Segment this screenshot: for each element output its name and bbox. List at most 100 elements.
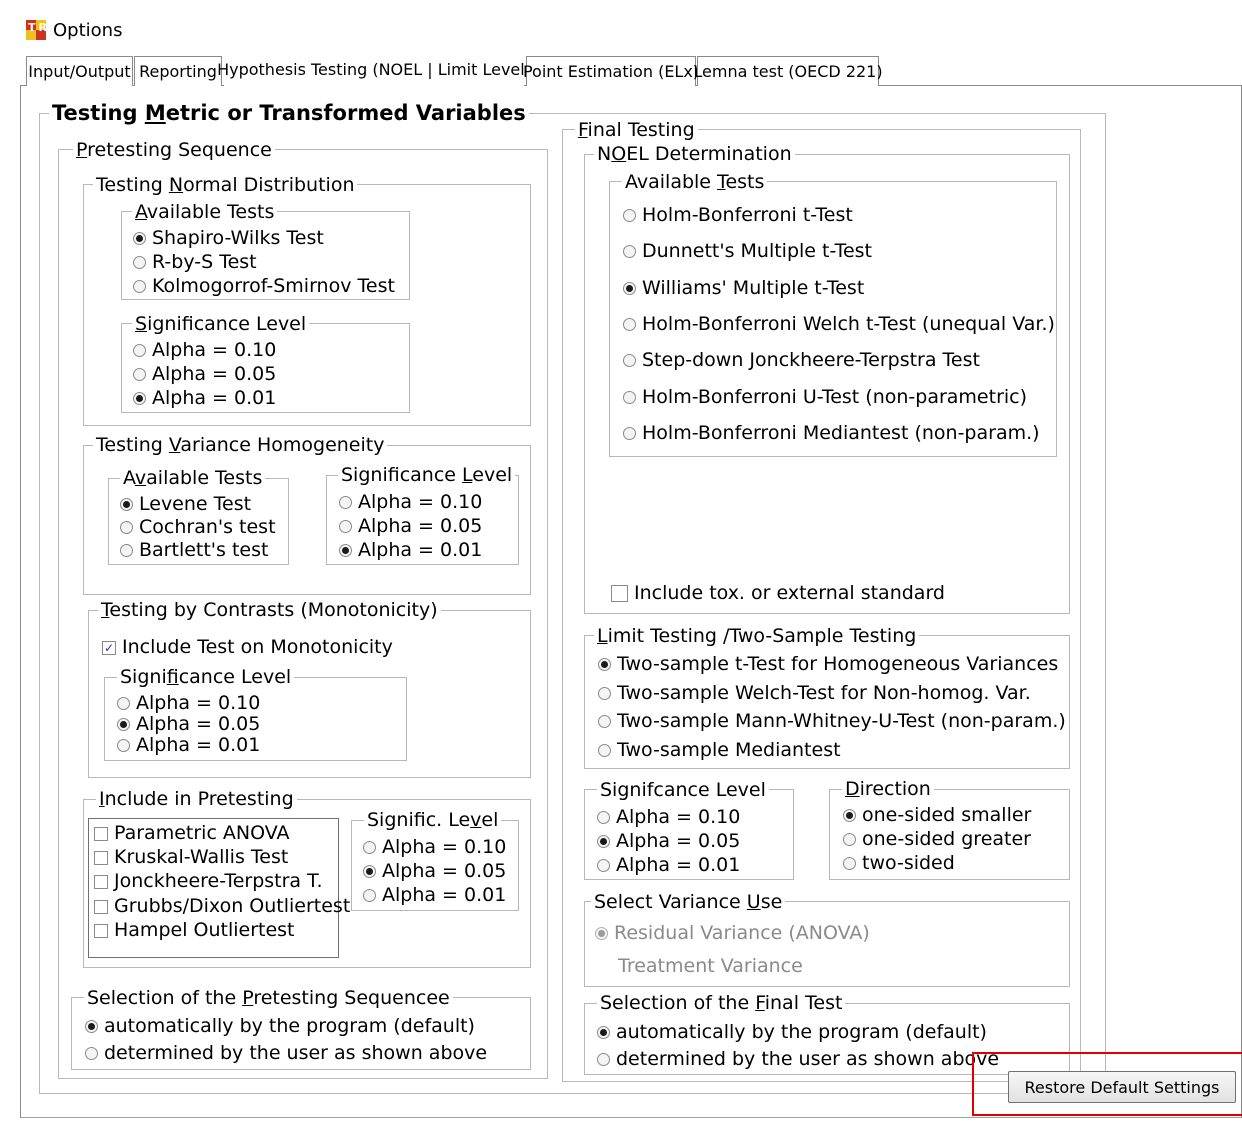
variance-test-radio[interactable]: Levene Test bbox=[120, 495, 251, 514]
noel-test-radio[interactable]: Dunnett's Multiple t-Test bbox=[623, 242, 872, 261]
final-selection-radio[interactable]: determined by the user as shown above bbox=[597, 1050, 999, 1069]
check-icon[interactable]: ✓ bbox=[102, 640, 116, 655]
radio-button[interactable] bbox=[363, 889, 376, 902]
final-selection-radio[interactable]: automatically by the program (default) bbox=[597, 1023, 987, 1042]
noel-test-radio[interactable]: Holm-Bonferroni t-Test bbox=[623, 206, 853, 225]
normal-sig-radio[interactable]: Alpha = 0.05 bbox=[133, 365, 276, 384]
tab-lemna-test[interactable]: Lemna test (OECD 221) bbox=[693, 56, 883, 86]
radio-button[interactable] bbox=[117, 697, 130, 710]
checkbox[interactable] bbox=[94, 923, 108, 938]
radio-button[interactable] bbox=[623, 391, 636, 404]
checkbox[interactable] bbox=[94, 826, 108, 841]
radio-button[interactable] bbox=[85, 1020, 98, 1033]
radio-button[interactable] bbox=[597, 1053, 610, 1066]
noel-test-radio[interactable]: Williams' Multiple t-Test bbox=[623, 279, 864, 298]
radio-button[interactable] bbox=[133, 232, 146, 245]
include-sig-radio[interactable]: Alpha = 0.05 bbox=[363, 862, 506, 881]
normal-test-radio[interactable]: Kolmogorrof-Smirnov Test bbox=[133, 277, 395, 296]
final-sig-radio[interactable]: Alpha = 0.10 bbox=[597, 808, 740, 827]
checkbox[interactable] bbox=[611, 585, 628, 602]
radio-button[interactable] bbox=[598, 687, 611, 700]
include-item-checkbox[interactable]: Grubbs/Dixon Outliertest bbox=[94, 897, 350, 916]
tab-reporting[interactable]: Reporting bbox=[134, 56, 222, 86]
contrasts-sig-radio[interactable]: Alpha = 0.05 bbox=[117, 715, 260, 734]
radio-button[interactable] bbox=[623, 354, 636, 367]
variance-use-radio[interactable]: Residual Variance (ANOVA) bbox=[595, 924, 870, 943]
radio-button[interactable] bbox=[598, 658, 611, 671]
radio-button[interactable] bbox=[597, 1026, 610, 1039]
radio-button[interactable] bbox=[117, 718, 130, 731]
radio-button[interactable] bbox=[623, 427, 636, 440]
variance-sig-radio[interactable]: Alpha = 0.05 bbox=[339, 517, 482, 536]
include-item-checkbox[interactable]: Parametric ANOVA bbox=[94, 824, 290, 843]
tab-hypothesis-testing[interactable]: Hypothesis Testing (NOEL | Limit Level) bbox=[217, 52, 531, 86]
radio-button[interactable] bbox=[363, 841, 376, 854]
radio-button[interactable] bbox=[598, 744, 611, 757]
radio-button[interactable] bbox=[120, 544, 133, 557]
variance-use-option[interactable]: Treatment Variance bbox=[618, 957, 803, 976]
include-sig-radio[interactable]: Alpha = 0.10 bbox=[363, 838, 506, 857]
noel-test-radio[interactable]: Holm-Bonferroni U-Test (non-parametric) bbox=[623, 388, 1027, 407]
normal-test-radio[interactable]: R-by-S Test bbox=[133, 253, 257, 272]
noel-test-radio[interactable]: Holm-Bonferroni Welch t-Test (unequal Va… bbox=[623, 315, 1055, 334]
radio-button[interactable] bbox=[597, 811, 610, 824]
limit-test-radio[interactable]: Two-sample Welch-Test for Non-homog. Var… bbox=[598, 684, 1031, 703]
radio-button[interactable] bbox=[363, 865, 376, 878]
radio-button[interactable] bbox=[623, 282, 636, 295]
radio-button[interactable] bbox=[133, 256, 146, 269]
normal-sig-radio[interactable]: Alpha = 0.10 bbox=[133, 341, 276, 360]
variance-test-radio[interactable]: Cochran's test bbox=[120, 518, 276, 537]
limit-test-radio[interactable]: Two-sample t-Test for Homogeneous Varian… bbox=[598, 655, 1058, 674]
variance-test-radio[interactable]: Bartlett's test bbox=[120, 541, 268, 560]
radio-button[interactable] bbox=[597, 835, 610, 848]
tab-point-estimation[interactable]: Point Estimation (ELx) bbox=[523, 56, 699, 86]
final-sig-radio[interactable]: Alpha = 0.05 bbox=[597, 832, 740, 851]
final-sig-radio[interactable]: Alpha = 0.01 bbox=[597, 856, 740, 875]
radio-button[interactable] bbox=[623, 318, 636, 331]
radio-button[interactable] bbox=[843, 857, 856, 870]
direction-radio[interactable]: two-sided bbox=[843, 854, 955, 873]
contrasts-sig-radio[interactable]: Alpha = 0.01 bbox=[117, 736, 260, 755]
direction-radio[interactable]: one-sided greater bbox=[843, 830, 1031, 849]
radio-button[interactable] bbox=[133, 368, 146, 381]
radio-button[interactable] bbox=[120, 521, 133, 534]
pretesting-selection-radio[interactable]: automatically by the program (default) bbox=[85, 1017, 475, 1036]
radio-button[interactable] bbox=[598, 715, 611, 728]
noel-test-radio[interactable]: Holm-Bonferroni Mediantest (non-param.) bbox=[623, 424, 1040, 443]
include-standard-checkbox[interactable]: Include tox. or external standard bbox=[611, 584, 945, 603]
radio-button[interactable] bbox=[339, 496, 352, 509]
include-item-checkbox[interactable]: Kruskal-Wallis Test bbox=[94, 848, 288, 867]
limit-test-radio[interactable]: Two-sample Mediantest bbox=[598, 741, 841, 760]
tab-input-output[interactable]: Input/Output bbox=[26, 56, 133, 86]
normal-sig-radio[interactable]: Alpha = 0.01 bbox=[133, 389, 276, 408]
normal-test-radio[interactable]: Shapiro-Wilks Test bbox=[133, 229, 324, 248]
pretesting-selection-radio[interactable]: determined by the user as shown above bbox=[85, 1044, 487, 1063]
radio-button[interactable] bbox=[595, 927, 608, 940]
radio-button[interactable] bbox=[133, 344, 146, 357]
radio-button[interactable] bbox=[117, 739, 130, 752]
restore-default-button[interactable]: Restore Default Settings bbox=[1008, 1071, 1236, 1103]
monotonicity-checkbox[interactable]: ✓ Include Test on Monotonicity bbox=[102, 638, 393, 657]
radio-button[interactable] bbox=[623, 245, 636, 258]
checkbox[interactable] bbox=[94, 850, 108, 865]
variance-sig-radio[interactable]: Alpha = 0.10 bbox=[339, 493, 482, 512]
radio-button[interactable] bbox=[597, 859, 610, 872]
radio-button[interactable] bbox=[843, 809, 856, 822]
direction-radio[interactable]: one-sided smaller bbox=[843, 806, 1031, 825]
radio-button[interactable] bbox=[623, 209, 636, 222]
noel-test-radio[interactable]: Step-down Jonckheere-Terpstra Test bbox=[623, 351, 980, 370]
checkbox[interactable] bbox=[94, 899, 108, 914]
radio-button[interactable] bbox=[120, 498, 133, 511]
variance-sig-radio[interactable]: Alpha = 0.01 bbox=[339, 541, 482, 560]
radio-button[interactable] bbox=[85, 1047, 98, 1060]
radio-button[interactable] bbox=[339, 544, 352, 557]
include-item-checkbox[interactable]: Jonckheere-Terpstra T. bbox=[94, 872, 323, 891]
radio-button[interactable] bbox=[339, 520, 352, 533]
include-sig-radio[interactable]: Alpha = 0.01 bbox=[363, 886, 506, 905]
radio-button[interactable] bbox=[843, 833, 856, 846]
radio-button[interactable] bbox=[133, 392, 146, 405]
contrasts-sig-radio[interactable]: Alpha = 0.10 bbox=[117, 694, 260, 713]
radio-button[interactable] bbox=[133, 280, 146, 293]
checkbox[interactable] bbox=[94, 874, 108, 889]
include-item-checkbox[interactable]: Hampel Outliertest bbox=[94, 921, 295, 940]
